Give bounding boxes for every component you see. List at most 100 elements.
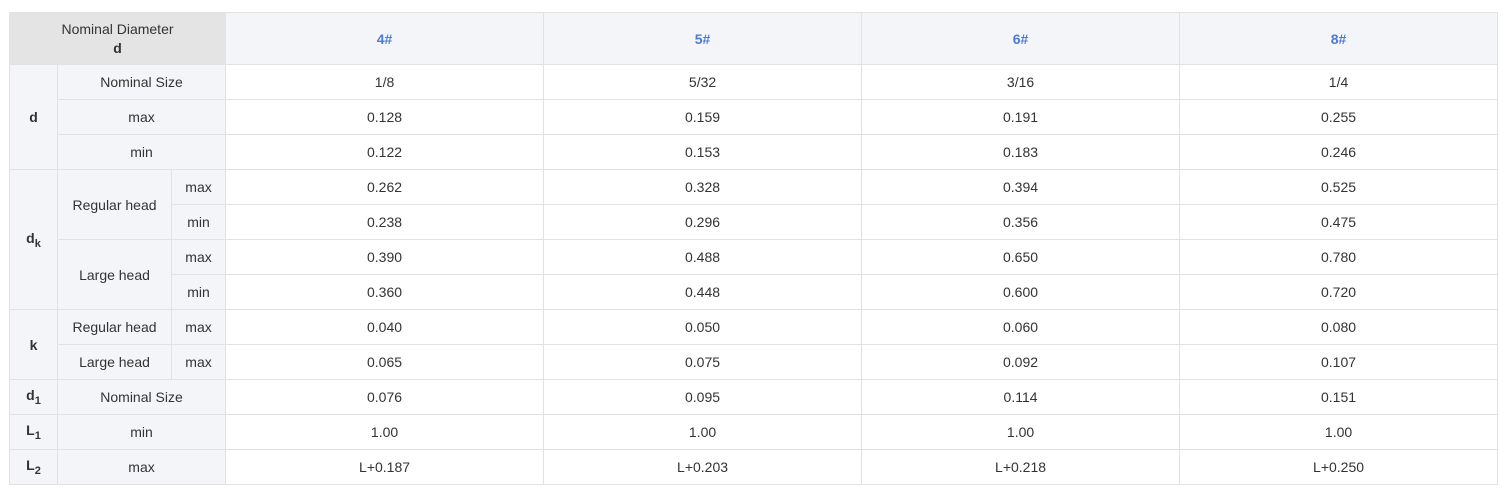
table-row: min 0.122 0.153 0.183 0.246 bbox=[10, 134, 1499, 170]
group-label-dk: dk bbox=[9, 169, 58, 310]
group-label-l1: L1 bbox=[9, 414, 58, 450]
table-cell: L+0.250 bbox=[1179, 449, 1499, 485]
table-row: Large head max 0.390 0.488 0.650 0.780 bbox=[10, 239, 1499, 310]
table-cell: 0.060 bbox=[861, 309, 1181, 345]
group-symbol: L bbox=[26, 457, 35, 474]
group-symbol: L bbox=[26, 422, 35, 439]
table-row: k Regular head max 0.040 0.050 0.060 0.0… bbox=[9, 309, 1499, 380]
row-label-min: min bbox=[56, 134, 227, 170]
group-symbol: d bbox=[26, 387, 35, 404]
table-cell: L+0.218 bbox=[861, 449, 1181, 485]
table-cell: 0.191 bbox=[861, 99, 1181, 135]
table-row: L1 min 1.00 1.00 1.00 1.00 bbox=[9, 414, 1499, 450]
group-label-d1: d1 bbox=[9, 379, 58, 415]
table-cell: L+0.187 bbox=[225, 449, 545, 485]
table-cell: 0.050 bbox=[543, 309, 863, 345]
group-subscript: k bbox=[34, 237, 41, 250]
table-cell: 0.488 bbox=[543, 239, 863, 275]
table-cell: 0.525 bbox=[1179, 169, 1499, 205]
table-cell: 0.255 bbox=[1179, 99, 1499, 135]
table-row: min 0.360 0.448 0.600 0.720 bbox=[10, 274, 1499, 310]
table-cell: 0.238 bbox=[225, 204, 545, 240]
table-row: d1 Nominal Size 0.076 0.095 0.114 0.151 bbox=[9, 379, 1499, 415]
table-cell: 0.075 bbox=[543, 344, 863, 380]
table-cell: 0.720 bbox=[1179, 274, 1499, 310]
table-cell: 0.475 bbox=[1179, 204, 1499, 240]
header-row: Nominal Diameter d 4# 5# 6# 8# bbox=[8, 12, 1499, 65]
spec-table-container: Nominal Diameter d 4# 5# 6# 8# d Nominal… bbox=[8, 12, 1499, 485]
table-cell: 0.122 bbox=[225, 134, 545, 170]
table-cell: 1/8 bbox=[225, 64, 545, 100]
row-label-large-head: Large head bbox=[57, 344, 172, 380]
row-label-max: max bbox=[56, 449, 227, 485]
table-cell: 1.00 bbox=[543, 414, 863, 450]
row-label-nominal-size: Nominal Size bbox=[56, 64, 227, 100]
table-row: max 0.128 0.159 0.191 0.255 bbox=[10, 99, 1499, 135]
table-cell: 0.107 bbox=[1179, 344, 1499, 380]
table-cell: 0.065 bbox=[225, 344, 545, 380]
table-row: min 0.238 0.296 0.356 0.475 bbox=[10, 204, 1499, 240]
table-cell: 0.448 bbox=[543, 274, 863, 310]
column-header-8: 8# bbox=[1179, 12, 1499, 65]
table-cell: 0.780 bbox=[1179, 239, 1499, 275]
corner-title: Nominal Diameter bbox=[61, 20, 174, 37]
row-label-max: max bbox=[56, 99, 227, 135]
table-cell: 0.246 bbox=[1179, 134, 1499, 170]
table-cell: L+0.203 bbox=[543, 449, 863, 485]
group-label-d: d bbox=[9, 64, 58, 170]
group-subscript: 1 bbox=[34, 429, 41, 442]
table-cell: 0.153 bbox=[543, 134, 863, 170]
column-header-4: 4# bbox=[225, 12, 545, 65]
row-label-nominal-size: Nominal Size bbox=[56, 379, 227, 415]
table-cell: 1.00 bbox=[1179, 414, 1499, 450]
table-cell: 0.080 bbox=[1179, 309, 1499, 345]
table-cell: 0.040 bbox=[225, 309, 545, 345]
table-cell: 0.394 bbox=[861, 169, 1181, 205]
table-cell: 0.076 bbox=[225, 379, 545, 415]
group-symbol: d bbox=[26, 229, 35, 246]
row-label-max: max bbox=[170, 309, 227, 345]
table-cell: 0.360 bbox=[225, 274, 545, 310]
table-cell: 1.00 bbox=[225, 414, 545, 450]
table-cell: 0.390 bbox=[225, 239, 545, 275]
group-subscript: 2 bbox=[34, 464, 41, 477]
table-cell: 0.600 bbox=[861, 274, 1181, 310]
row-label-max: max bbox=[170, 239, 227, 275]
row-label-min: min bbox=[56, 414, 227, 450]
table-cell: 0.296 bbox=[543, 204, 863, 240]
table-cell: 0.128 bbox=[225, 99, 545, 135]
group-subscript: 1 bbox=[34, 394, 41, 407]
table-row: dk Regular head max 0.262 0.328 0.394 0.… bbox=[9, 169, 1499, 310]
row-label-min: min bbox=[170, 274, 227, 310]
group-label-k: k bbox=[9, 309, 58, 380]
table-row: d Nominal Size 1/8 5/32 3/16 1/4 bbox=[9, 64, 1499, 170]
column-header-5: 5# bbox=[543, 12, 863, 65]
table-cell: 0.262 bbox=[225, 169, 545, 205]
table-cell: 0.114 bbox=[861, 379, 1181, 415]
dimension-spec-table: Nominal Diameter d 4# 5# 6# 8# d Nominal… bbox=[8, 12, 1499, 485]
row-label-max: max bbox=[170, 169, 227, 205]
table-cell: 0.151 bbox=[1179, 379, 1499, 415]
corner-symbol: d bbox=[113, 39, 122, 56]
table-cell: 0.183 bbox=[861, 134, 1181, 170]
row-label-regular-head: Regular head bbox=[57, 169, 172, 240]
table-cell: 0.356 bbox=[861, 204, 1181, 240]
row-label-large-head: Large head bbox=[57, 239, 172, 310]
table-cell: 0.159 bbox=[543, 99, 863, 135]
group-label-l2: L2 bbox=[9, 449, 58, 485]
row-label-max: max bbox=[170, 344, 227, 380]
table-cell: 1/4 bbox=[1179, 64, 1499, 100]
table-cell: 0.095 bbox=[543, 379, 863, 415]
corner-header-cell: Nominal Diameter d bbox=[8, 12, 227, 65]
column-header-6: 6# bbox=[861, 12, 1181, 65]
table-cell: 0.650 bbox=[861, 239, 1181, 275]
row-label-min: min bbox=[170, 204, 227, 240]
table-cell: 1.00 bbox=[861, 414, 1181, 450]
row-label-regular-head: Regular head bbox=[57, 309, 172, 345]
table-cell: 3/16 bbox=[861, 64, 1181, 100]
table-cell: 0.328 bbox=[543, 169, 863, 205]
table-cell: 0.092 bbox=[861, 344, 1181, 380]
table-row: Large head max 0.065 0.075 0.092 0.107 bbox=[10, 344, 1499, 380]
table-cell: 5/32 bbox=[543, 64, 863, 100]
table-row: L2 max L+0.187 L+0.203 L+0.218 L+0.250 bbox=[9, 449, 1499, 485]
